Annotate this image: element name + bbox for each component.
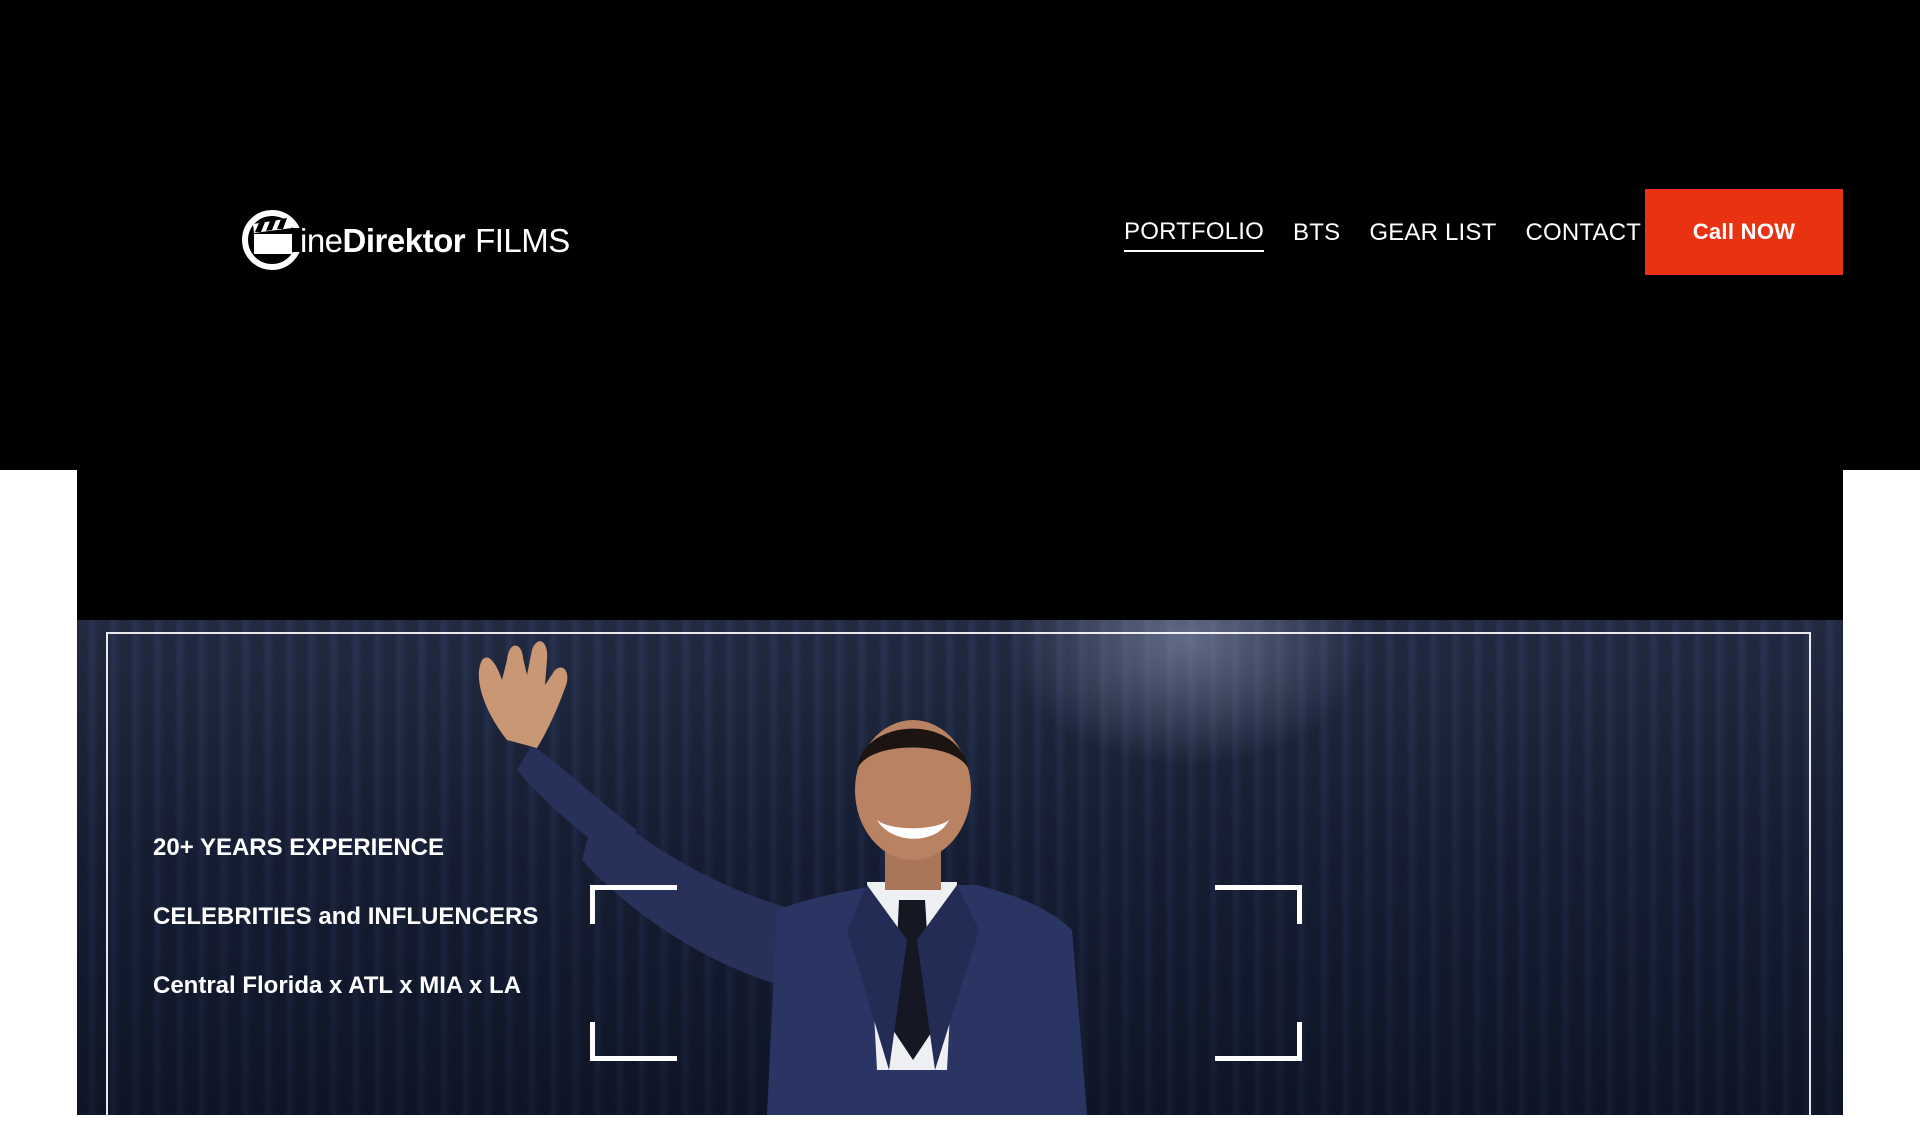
focus-bracket-top-right [1215, 885, 1302, 924]
page: ine Direktor FILMS PORTFOLIO BTS GEAR LI… [0, 0, 1920, 1121]
nav-item-contact[interactable]: CONTACT [1526, 219, 1642, 251]
hero-line-celebrities: CELEBRITIES and INFLUENCERS [153, 903, 539, 930]
nav-item-gear-list[interactable]: GEAR LIST [1369, 219, 1496, 251]
logo-text-direktor: Direktor [342, 221, 466, 259]
logo-wordmark: ine Direktor FILMS [300, 224, 570, 257]
nav-item-bts[interactable]: BTS [1293, 219, 1340, 251]
film-clapper-c-icon [242, 210, 302, 270]
hero-line-experience: 20+ YEARS EXPERIENCE [153, 834, 445, 861]
hero-text-block: 20+ YEARS EXPERIENCE CELEBRITIES and INF… [153, 833, 538, 1040]
main-nav: PORTFOLIO BTS GEAR LIST CONTACT [1124, 215, 1670, 255]
logo-text-ine: ine [300, 221, 343, 259]
nav-item-portfolio[interactable]: PORTFOLIO [1124, 218, 1265, 252]
logo-text-films: FILMS [475, 221, 570, 259]
hero-line-locations: Central Florida x ATL x MIA x LA [153, 972, 522, 999]
call-now-button[interactable]: Call NOW [1645, 189, 1843, 275]
focus-bracket-bottom-right [1215, 1022, 1302, 1061]
focus-bracket-top-left [590, 885, 677, 924]
site-logo[interactable]: ine Direktor FILMS [242, 205, 570, 275]
site-header: ine Direktor FILMS PORTFOLIO BTS GEAR LI… [0, 0, 1920, 470]
focus-bracket-bottom-left [590, 1022, 677, 1061]
hero-video: 20+ YEARS EXPERIENCE CELEBRITIES and INF… [77, 470, 1843, 1115]
